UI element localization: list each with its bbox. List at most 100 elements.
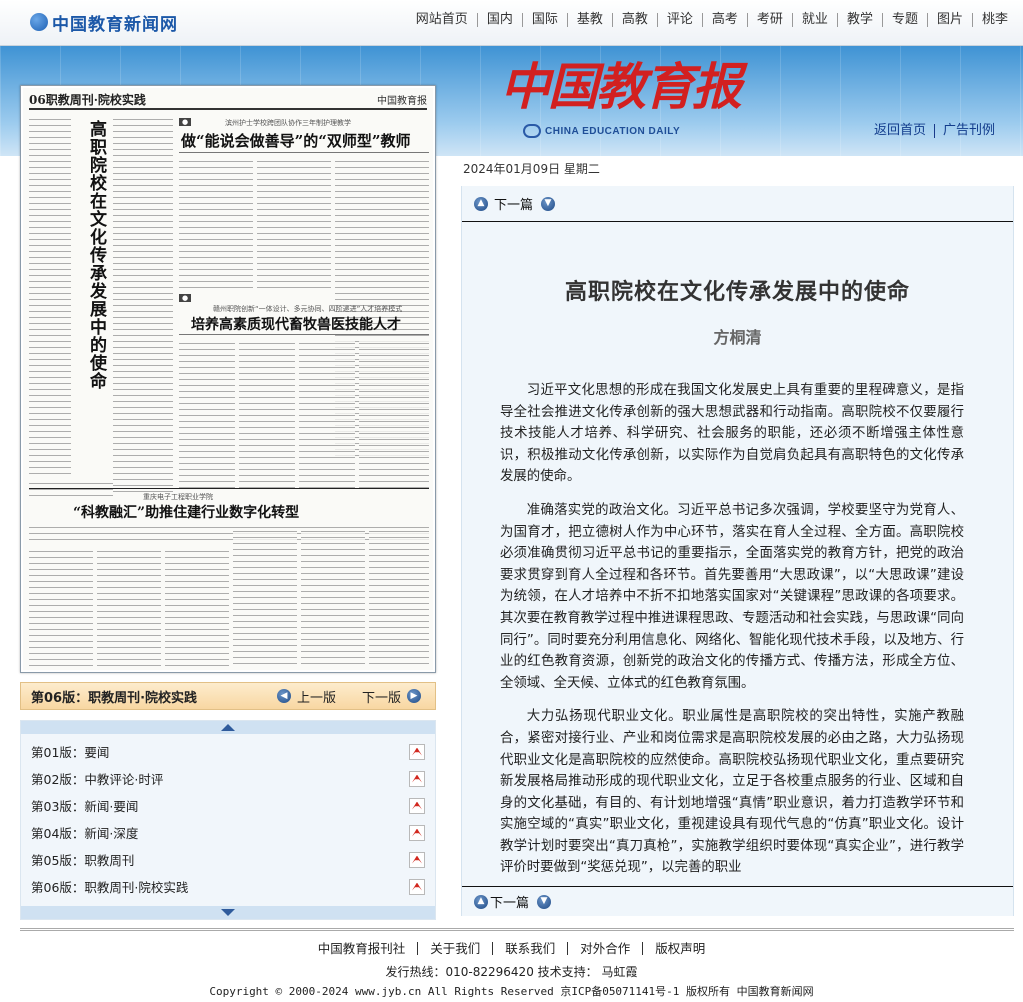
pdf-icon[interactable] [409, 851, 425, 868]
footer-link[interactable]: 中国教育报刊社 [306, 942, 418, 955]
section-tag: ● [179, 294, 192, 302]
page-list-label[interactable]: 第01版：要闻 [31, 742, 109, 761]
site-logo[interactable]: 中国教育新闻网 [30, 10, 178, 35]
page-list-item[interactable]: 第04版：新闻·深度 [21, 819, 435, 846]
issue-date: 2024年01月09日 星期二 [463, 162, 600, 176]
page-list-item[interactable]: 第06版：职教周刊·院校实践 [21, 873, 435, 900]
footer-hotline: 发行热线：010-82296420 技术支持： 马虹霞 [385, 965, 638, 979]
nav-item[interactable]: 评论 [656, 13, 702, 27]
pdf-icon[interactable] [409, 770, 425, 787]
text-block [369, 528, 429, 666]
footer-link[interactable]: 联系我们 [492, 942, 567, 955]
nav-item[interactable]: 教学 [836, 13, 882, 27]
scroll-down-button[interactable] [21, 906, 435, 919]
pdf-icon[interactable] [409, 797, 425, 814]
nav-item[interactable]: 基教 [566, 13, 612, 27]
top-nav: 网站首页 国内 国际 基教 高教 评论 高考 考研 就业 教学 专题 图片 桃李 [407, 13, 1017, 27]
footer-link[interactable]: 关于我们 [417, 942, 492, 955]
home-link[interactable]: 返回首页 [866, 124, 934, 138]
nav-item[interactable]: 国内 [476, 13, 522, 27]
footer-copyright: Copyright © 2000-2024 www.jyb.cn All Rig… [209, 985, 814, 998]
nav-item[interactable]: 专题 [881, 13, 927, 27]
newspaper-logo-en-text: CHINA EDUCATION DAILY [545, 125, 681, 137]
down-arrow-icon[interactable]: ▼ [537, 894, 552, 909]
right-arrow-icon: ▶ [407, 689, 421, 703]
newspaper-page-content: 06职教周刊·院校实践 中国教育报 高职院校在文化传承发展中的使命 ● 滨州护士… [23, 88, 433, 670]
article-panel: ▲ 下一篇 ▼ 高职院校在文化传承发展中的使命 方桐清 习近平文化思想的形成在我… [461, 186, 1014, 916]
headline-kicker: 滨州护士学校跨团队协作三年制护理教学 [225, 119, 351, 127]
pdf-icon[interactable] [409, 878, 425, 895]
divider [179, 334, 429, 335]
page-list-item[interactable]: 第02版：中教评论·时评 [21, 765, 435, 792]
globe-icon [523, 124, 541, 138]
article-author: 方桐清 [713, 328, 762, 347]
page-list-label[interactable]: 第06版：职教周刊·院校实践 [31, 877, 188, 896]
pdf-icon[interactable] [409, 824, 425, 841]
footer-link[interactable]: 对外合作 [567, 942, 642, 955]
newspaper-vertical-title: 高职院校在文化传承发展中的使命 [86, 120, 106, 390]
nav-item[interactable]: 图片 [926, 13, 972, 27]
down-arrow-icon[interactable]: ▼ [541, 196, 556, 211]
headline: “科教融汇”助推住建行业数字化转型 [73, 505, 300, 521]
scroll-up-icon [221, 724, 235, 731]
page-list-label[interactable]: 第02版：中教评论·时评 [31, 769, 163, 788]
pdf-icon[interactable] [409, 743, 425, 760]
text-block [239, 340, 295, 490]
newspaper-logo-en: CHINA EDUCATION DAILY [523, 124, 680, 138]
headline-kicker: 赣州职院创新“一体设计、多元协同、四阶递进”人才培养模式 [213, 305, 403, 313]
next-article-link[interactable]: 下一篇 [494, 194, 533, 213]
text-block [97, 548, 161, 666]
text-block [299, 340, 355, 490]
up-arrow-icon[interactable]: ▲ [474, 894, 488, 909]
site-logo-icon [30, 13, 48, 31]
page-nav-bar: 第06版：职教周刊·院校实践 ◀ 上一版 下一版 ▶ [20, 682, 436, 710]
section-tag: ● [179, 118, 192, 126]
text-block [29, 116, 71, 476]
nav-item[interactable]: 桃李 [971, 13, 1017, 27]
header-links: 返回首页 广告刊例 [866, 124, 1003, 138]
text-block [301, 528, 365, 666]
page-list-item[interactable]: 第03版：新闻·要闻 [21, 792, 435, 819]
left-arrow-icon: ◀ [276, 689, 291, 703]
scroll-up-button[interactable] [21, 721, 435, 734]
nav-item[interactable]: 考研 [746, 13, 792, 27]
prev-page-button[interactable]: ◀ 上一版 [276, 687, 342, 706]
footer-links: 中国教育报刊社 关于我们 联系我们 对外合作 版权声明 [0, 942, 1023, 955]
headline: 培养高素质现代畜牧兽医技能人才 [191, 317, 401, 333]
footer-divider [20, 928, 1014, 931]
site-logo-text: 中国教育新闻网 [52, 14, 178, 35]
article-paragraph: 准确落实党的政治文化。习近平总书记多次强调，学校要坚守为党育人、为国育才，把立德… [500, 502, 964, 691]
page-list-label[interactable]: 第05版：职教周刊 [31, 850, 134, 869]
footer-link[interactable]: 版权声明 [642, 942, 717, 955]
divider [29, 488, 429, 489]
nav-item[interactable]: 国际 [521, 13, 567, 27]
text-block [29, 548, 93, 666]
page-list-label[interactable]: 第04版：新闻·深度 [31, 823, 138, 842]
article-paragraph: 习近平文化思想的形成在我国文化发展史上具有重要的里程碑意义，是指导全社会推进文化… [500, 383, 964, 485]
page-list-item[interactable]: 第05版：职教周刊 [21, 846, 435, 873]
current-page-label: 第06版：职教周刊·院校实践 [31, 690, 198, 706]
nav-item[interactable]: 网站首页 [407, 13, 477, 27]
text-block [179, 340, 235, 490]
text-block [179, 158, 253, 288]
newspaper-brand-label: 中国教育报 [377, 95, 427, 107]
scroll-down-icon [221, 909, 235, 916]
article-body: 习近平文化思想的形成在我国文化发展史上具有重要的里程碑意义，是指导全社会推进文化… [500, 380, 964, 880]
article-paragraph: 大力弘扬现代职业文化。职业属性是高职院校的突出特性，实施产教融合，紧密对接行业、… [500, 709, 964, 876]
nav-item[interactable]: 就业 [791, 13, 837, 27]
next-article-link[interactable]: 下一篇 [490, 892, 529, 911]
newspaper-logo: 中国教育报 [500, 57, 742, 116]
page-list-label[interactable]: 第03版：新闻·要闻 [31, 796, 138, 815]
next-page-label: 下一版 [361, 690, 401, 706]
top-bar: 中国教育新闻网 网站首页 国内 国际 基教 高教 评论 高考 考研 就业 教学 … [0, 0, 1023, 46]
next-page-button[interactable]: 下一版 ▶ [356, 687, 421, 706]
text-block [165, 548, 229, 666]
article-nav-top: ▲ 下一篇 ▼ [462, 186, 1013, 222]
text-block [233, 528, 297, 666]
nav-item[interactable]: 高教 [611, 13, 657, 27]
up-arrow-icon[interactable]: ▲ [474, 196, 488, 211]
page-list-item[interactable]: 第01版：要闻 [21, 738, 435, 765]
nav-item[interactable]: 高考 [701, 13, 747, 27]
ad-rates-link[interactable]: 广告刊例 [933, 124, 1003, 138]
newspaper-page-image[interactable]: 06职教周刊·院校实践 中国教育报 高职院校在文化传承发展中的使命 ● 滨州护士… [20, 85, 436, 673]
